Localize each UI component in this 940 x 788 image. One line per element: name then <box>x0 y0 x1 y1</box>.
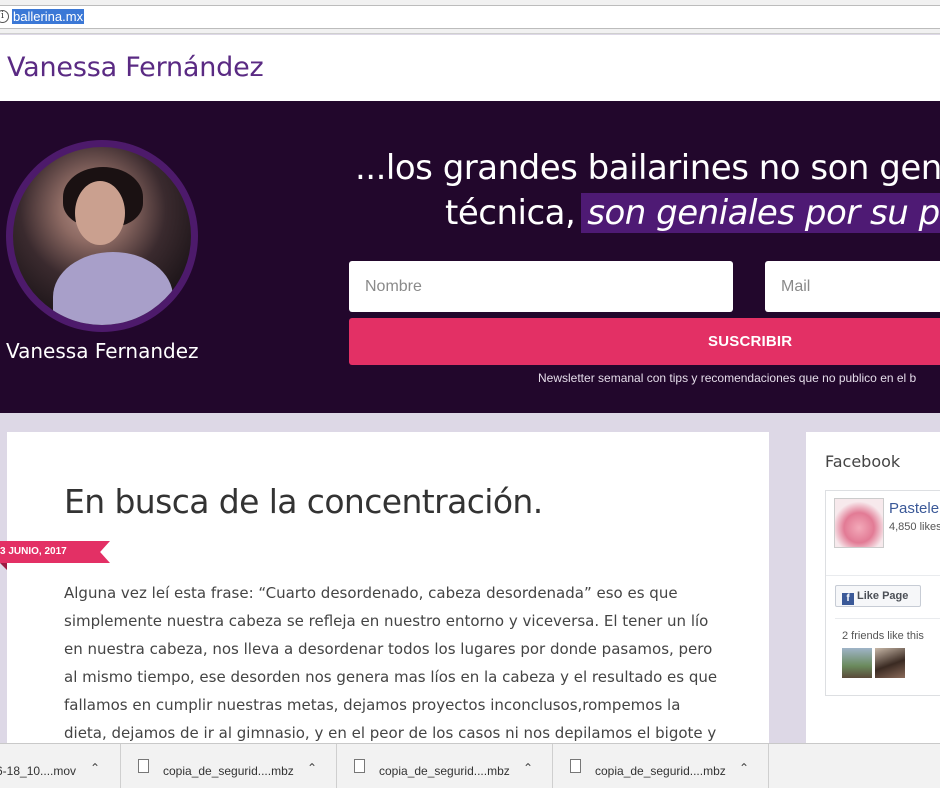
post-title[interactable]: En busca de la concentración. <box>64 482 543 521</box>
site-title-link[interactable]: Vanessa Fernández <box>7 52 264 83</box>
like-page-button[interactable]: f Like Page <box>835 585 921 607</box>
file-icon <box>138 759 149 773</box>
browser-address-bar: i ballerina.mx <box>0 0 940 34</box>
ribbon-fold <box>0 563 7 570</box>
hero-banner: Vanessa Fernandez ...los grandes bailari… <box>0 101 940 413</box>
like-page-label: Like Page <box>857 590 909 602</box>
hero-quote-line-2: técnica, son geniales por su p <box>445 193 940 233</box>
url-field[interactable] <box>0 5 940 29</box>
download-item[interactable]: 6-18_10....mov ⌃ <box>0 744 121 788</box>
article-card: En busca de la concentración. 3 JUNIO, 2… <box>0 432 769 770</box>
fb-page-thumbnail[interactable] <box>834 498 884 548</box>
avatar <box>6 140 198 332</box>
newsletter-note: Newsletter semanal con tips y recomendac… <box>538 371 917 385</box>
chevron-up-icon[interactable]: ⌃ <box>90 761 100 775</box>
profile-photo <box>13 147 191 325</box>
download-filename: 6-18_10....mov <box>0 764 77 778</box>
downloads-bar: 6-18_10....mov ⌃ copia_de_segurid....mbz… <box>0 743 940 788</box>
download-filename: copia_de_segurid....mbz <box>379 764 510 778</box>
hero-author-name: Vanessa Fernandez <box>6 339 199 363</box>
download-filename: copia_de_segurid....mbz <box>163 764 294 778</box>
fb-like-count: 4,850 likes <box>889 521 940 533</box>
download-item[interactable]: copia_de_segurid....mbz ⌃ <box>121 744 337 788</box>
facebook-page-widget: Pastele 4,850 likes f Like Page 2 friends… <box>825 490 940 696</box>
download-item[interactable]: copia_de_segurid....mbz ⌃ <box>553 744 769 788</box>
sidebar-widget-title: Facebook <box>825 452 901 471</box>
fb-page-name-link[interactable]: Pastele <box>889 500 939 517</box>
sidebar: Facebook Pastele 4,850 likes f Like Page … <box>806 432 940 762</box>
file-icon <box>570 759 581 773</box>
chevron-up-icon[interactable]: ⌃ <box>523 761 533 775</box>
file-icon <box>354 759 365 773</box>
hero-quote-line-1: ...los grandes bailarines no son gen <box>355 148 940 188</box>
site-header: Vanessa Fernández <box>0 35 940 101</box>
quote-highlight: son geniales por su p <box>581 193 940 233</box>
download-filename: copia_de_segurid....mbz <box>595 764 726 778</box>
fb-friends-text: 2 friends like this <box>842 630 924 642</box>
friend-avatar[interactable] <box>875 648 905 678</box>
url-text[interactable]: ballerina.mx <box>12 9 85 24</box>
subscribe-button[interactable]: SUSCRIBIR <box>349 318 940 365</box>
mail-input[interactable] <box>765 261 940 312</box>
name-input[interactable] <box>349 261 733 312</box>
chevron-up-icon[interactable]: ⌃ <box>739 761 749 775</box>
quote-plain: técnica, <box>445 193 576 233</box>
download-item[interactable]: copia_de_segurid....mbz ⌃ <box>337 744 553 788</box>
chevron-up-icon[interactable]: ⌃ <box>307 761 317 775</box>
facebook-icon: f <box>842 593 854 605</box>
date-ribbon: 3 JUNIO, 2017 <box>0 541 110 563</box>
friend-avatar[interactable] <box>842 648 872 678</box>
